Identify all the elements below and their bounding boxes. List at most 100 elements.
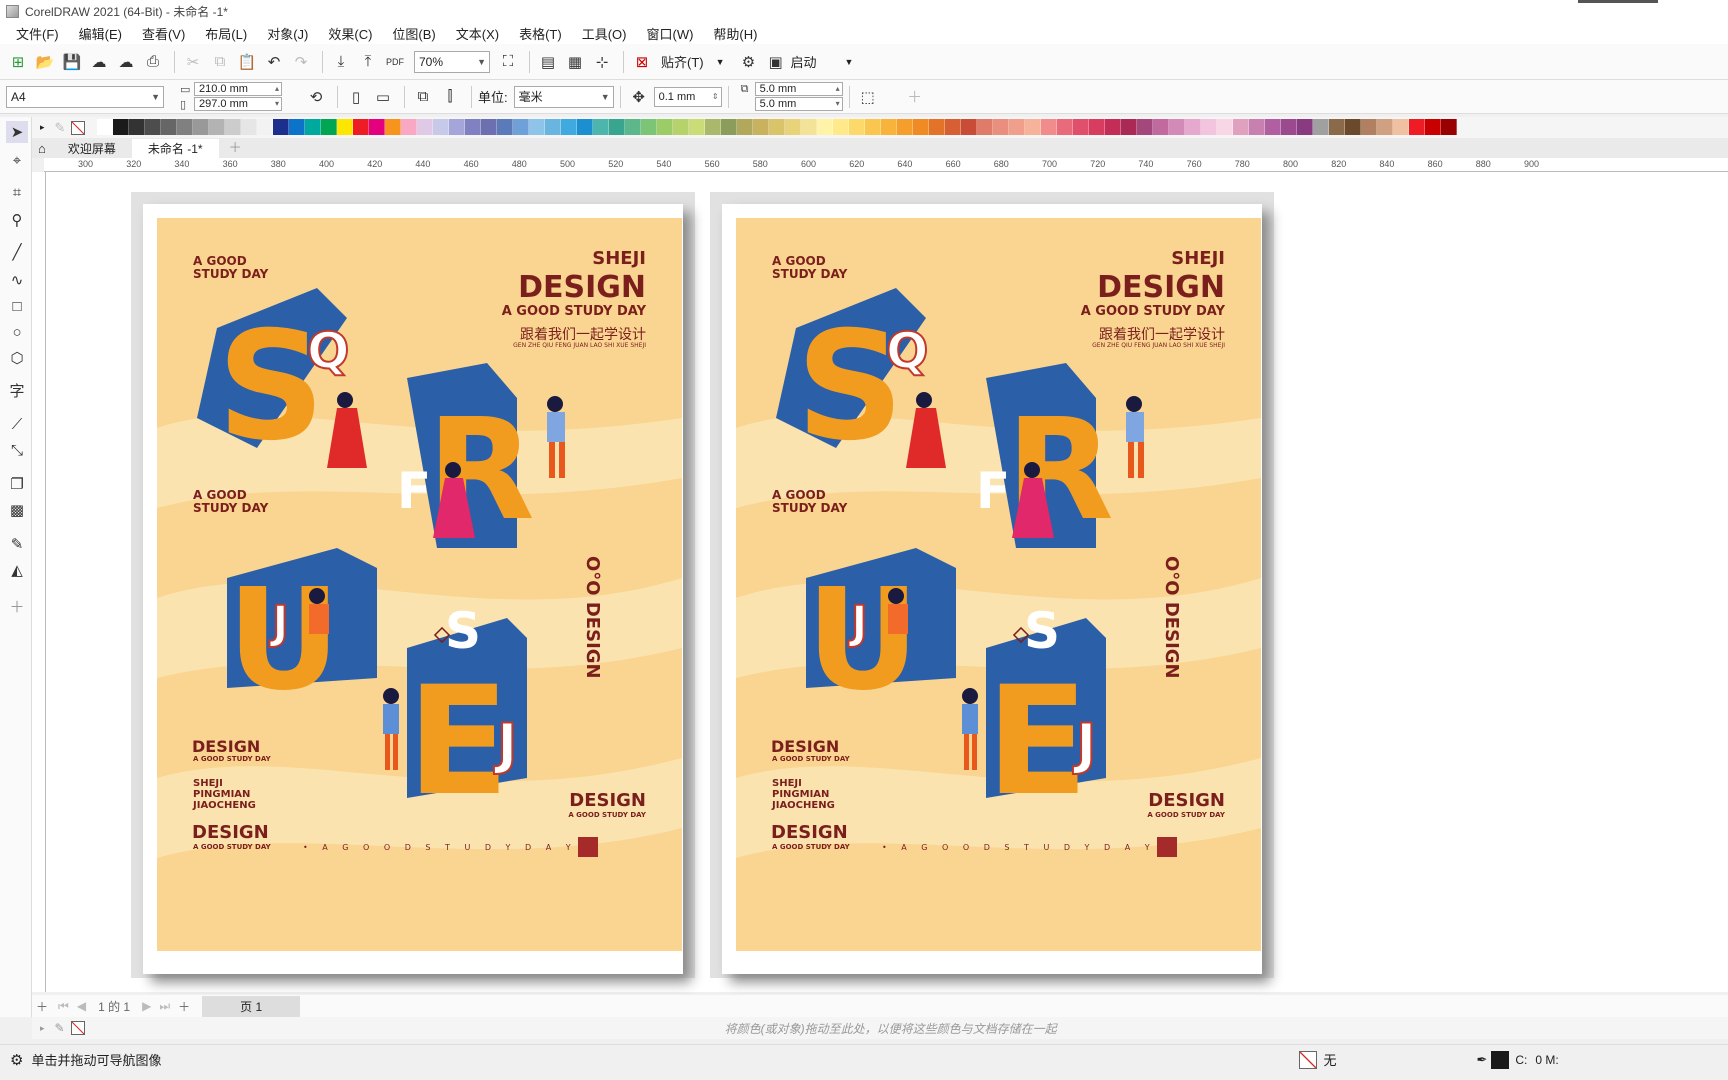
- color-swatch[interactable]: [321, 119, 337, 135]
- color-swatch[interactable]: [1089, 119, 1105, 135]
- color-swatch[interactable]: [1041, 119, 1057, 135]
- color-swatch[interactable]: [737, 119, 753, 135]
- import-icon[interactable]: ⤓: [329, 50, 353, 74]
- color-swatch[interactable]: [1425, 119, 1441, 135]
- color-swatch[interactable]: [625, 119, 641, 135]
- color-swatch[interactable]: [577, 119, 593, 135]
- ellipse-tool-icon[interactable]: ○: [6, 321, 28, 343]
- color-swatch[interactable]: [417, 119, 433, 135]
- color-swatch[interactable]: [865, 119, 881, 135]
- color-swatch[interactable]: [1361, 119, 1377, 135]
- color-swatch[interactable]: [113, 119, 129, 135]
- color-swatch[interactable]: [257, 119, 273, 135]
- shape-tool-icon[interactable]: ⌖: [6, 149, 28, 171]
- chevron-down-icon[interactable]: ▼: [845, 57, 854, 67]
- color-swatch[interactable]: [945, 119, 961, 135]
- color-swatch[interactable]: [705, 119, 721, 135]
- pdf-icon[interactable]: PDF: [383, 50, 407, 74]
- launch-label[interactable]: 启动: [791, 52, 817, 71]
- color-swatch[interactable]: [1393, 119, 1409, 135]
- color-swatch[interactable]: [1265, 119, 1281, 135]
- color-swatch[interactable]: [1105, 119, 1121, 135]
- color-swatch[interactable]: [897, 119, 913, 135]
- spinner-icon[interactable]: ▾: [836, 98, 840, 110]
- parallel-dimension-icon[interactable]: ⟋: [6, 413, 28, 435]
- outline-pen-icon[interactable]: ✒: [1476, 1052, 1487, 1068]
- color-swatch[interactable]: [1329, 119, 1345, 135]
- options-gear-icon[interactable]: ⚙: [737, 50, 761, 74]
- color-swatch[interactable]: [913, 119, 929, 135]
- color-swatch[interactable]: [881, 119, 897, 135]
- add-tool-icon[interactable]: ＋: [6, 595, 28, 617]
- color-swatch[interactable]: [1377, 119, 1393, 135]
- color-swatch[interactable]: [833, 119, 849, 135]
- color-swatch[interactable]: [353, 119, 369, 135]
- menu-effects[interactable]: 效果(C): [328, 24, 372, 43]
- units-combo[interactable]: 毫米 ▼: [513, 85, 614, 108]
- color-swatch[interactable]: [593, 119, 609, 135]
- all-pages-icon[interactable]: ⧉: [411, 85, 435, 109]
- doc-palette-none-swatch[interactable]: [70, 1021, 85, 1035]
- first-page-icon[interactable]: ⏮: [58, 999, 69, 1014]
- eyedropper-icon[interactable]: ✎: [6, 533, 28, 555]
- spinner-icon[interactable]: ▴: [275, 83, 279, 95]
- color-swatch[interactable]: [225, 119, 241, 135]
- spinner-icon[interactable]: ⇕: [712, 88, 719, 106]
- undo-icon[interactable]: ↶: [262, 50, 286, 74]
- color-swatch[interactable]: [641, 119, 657, 135]
- poster-artwork[interactable]: S Q R F U J E S J A GOOD STUDY DAY SHEJI…: [157, 218, 682, 951]
- next-page-icon[interactable]: ▶: [142, 999, 151, 1013]
- fill-indicator-icon[interactable]: [1299, 1050, 1318, 1069]
- cloud-download-icon[interactable]: ☁: [114, 50, 138, 74]
- color-swatch[interactable]: [1121, 119, 1137, 135]
- last-page-icon[interactable]: ⏭: [159, 999, 170, 1014]
- color-swatch[interactable]: [977, 119, 993, 135]
- paste-icon[interactable]: 📋: [235, 50, 259, 74]
- tab-document[interactable]: 未命名 -1*: [131, 139, 219, 158]
- grid-icon[interactable]: ▦: [563, 50, 587, 74]
- cloud-upload-icon[interactable]: ☁: [87, 50, 111, 74]
- color-swatch[interactable]: [769, 119, 785, 135]
- color-swatch[interactable]: [785, 119, 801, 135]
- dup-y-field[interactable]: 5.0 mm ▾: [754, 97, 843, 111]
- guidelines-icon[interactable]: ⊹: [590, 50, 614, 74]
- color-swatch[interactable]: [529, 119, 545, 135]
- dup-x-field[interactable]: 5.0 mm ▴: [754, 82, 843, 96]
- tab-welcome-screen[interactable]: 欢迎屏幕: [52, 139, 132, 158]
- poster-artwork[interactable]: S Q R F U J E S J A GOOD STUDY DAY SHEJI…: [736, 218, 1261, 951]
- color-swatch[interactable]: [929, 119, 945, 135]
- color-swatch[interactable]: [385, 119, 401, 135]
- artistic-media-icon[interactable]: ∿: [6, 269, 28, 291]
- add-page-before-icon[interactable]: ＋: [36, 998, 48, 1015]
- new-tab-icon[interactable]: ＋: [229, 137, 242, 156]
- color-swatch[interactable]: [689, 119, 705, 135]
- color-swatch[interactable]: [193, 119, 209, 135]
- color-swatch[interactable]: [449, 119, 465, 135]
- color-swatch[interactable]: [177, 119, 193, 135]
- color-swatch[interactable]: [513, 119, 529, 135]
- color-swatch[interactable]: [1169, 119, 1185, 135]
- menu-text[interactable]: 文本(X): [456, 24, 499, 43]
- print-icon[interactable]: ⎙: [141, 50, 165, 74]
- page-size-combo[interactable]: A4 ▼: [6, 85, 164, 108]
- add-icon[interactable]: ＋: [903, 85, 927, 109]
- copy-icon[interactable]: ⧉: [208, 50, 232, 74]
- color-swatch[interactable]: [1073, 119, 1089, 135]
- color-swatch[interactable]: [145, 119, 161, 135]
- page-orientation-icon[interactable]: ⟲: [304, 85, 328, 109]
- menu-edit[interactable]: 编辑(E): [79, 24, 122, 43]
- save-icon[interactable]: 💾: [60, 50, 84, 74]
- menu-layout[interactable]: 布局(L): [205, 24, 247, 43]
- no-color-swatch[interactable]: [71, 120, 86, 135]
- menu-tools[interactable]: 工具(O): [582, 24, 627, 43]
- color-swatch[interactable]: [1025, 119, 1041, 135]
- snap-to-label[interactable]: 贴齐(T): [661, 52, 704, 71]
- rectangle-tool-icon[interactable]: □: [6, 295, 28, 317]
- freehand-tool-icon[interactable]: ╱: [6, 241, 28, 263]
- color-swatch[interactable]: [545, 119, 561, 135]
- window-control-strip[interactable]: [1578, 0, 1658, 3]
- polygon-tool-icon[interactable]: ⬡: [6, 347, 28, 369]
- color-swatch[interactable]: [1009, 119, 1025, 135]
- color-swatch[interactable]: [1345, 119, 1361, 135]
- color-swatch[interactable]: [97, 119, 113, 135]
